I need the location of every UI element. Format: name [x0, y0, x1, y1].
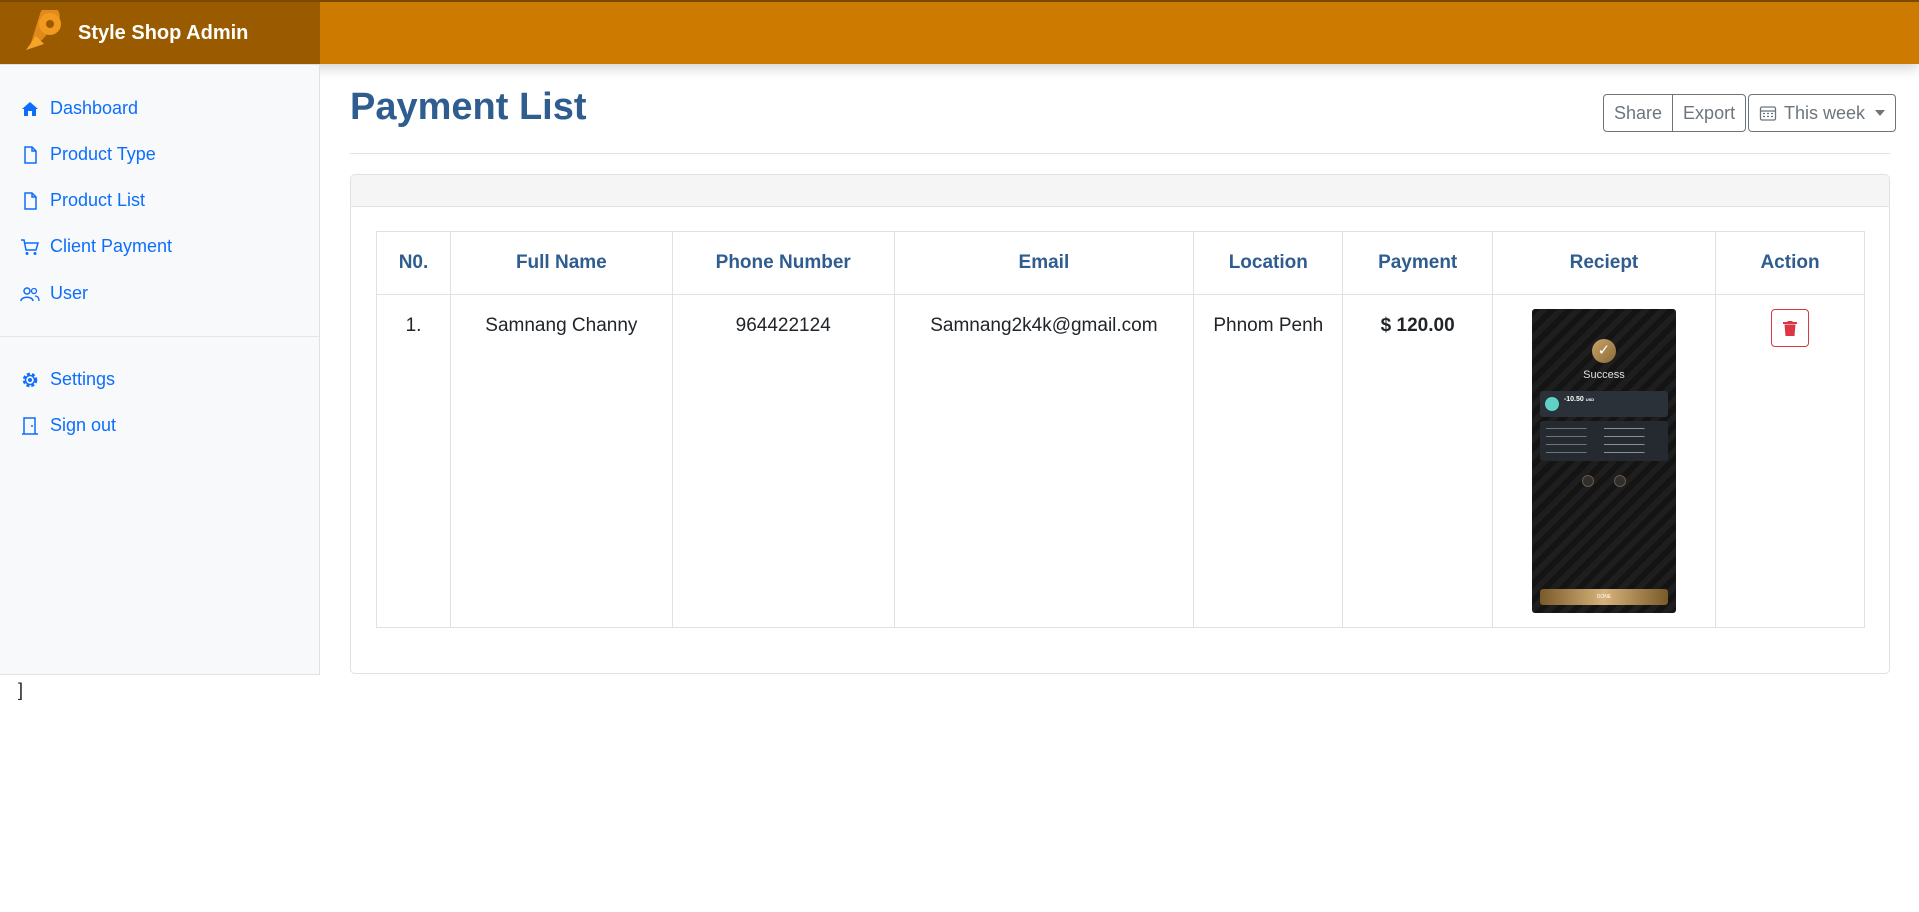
action-cell [1715, 294, 1865, 628]
period-label: This week [1784, 102, 1866, 123]
receipt-done-button: DONE [1539, 589, 1668, 605]
column-header: Phone Number [671, 231, 895, 295]
receipt-amount-box: -10.50 USD [1539, 391, 1668, 417]
location-cell: Phnom Penh [1193, 294, 1344, 628]
avatar [1544, 397, 1559, 411]
calendar-icon [1759, 106, 1777, 121]
column-header: Reciept [1491, 231, 1717, 295]
table-header-row: N0. Full Name Phone Number Email Locatio… [376, 231, 1865, 295]
payment-cell: $ 120.00 [1342, 294, 1493, 628]
delete-button[interactable] [1771, 309, 1810, 347]
brand[interactable]: Style Shop Admin [0, 2, 320, 64]
toolbar-button-group: Share Export [1603, 94, 1747, 132]
page-title: Payment List [350, 86, 587, 128]
receipt-amount: -10.50 USD [1563, 396, 1595, 403]
sidebar-item-label: Settings [50, 369, 116, 389]
sidebar-item-product-type[interactable]: Product Type [20, 144, 156, 165]
top-navbar: Style Shop Admin [0, 0, 1919, 64]
sidebar-item-client-payment[interactable]: Client Payment [20, 236, 172, 257]
receipt-success-text: Success [1583, 369, 1625, 381]
trash-icon [1783, 321, 1798, 336]
column-header: Action [1715, 231, 1865, 295]
receipt-actions [1572, 475, 1636, 495]
sidebar-item-user[interactable]: User [20, 283, 88, 304]
users-icon [20, 286, 40, 301]
column-header: Location [1193, 231, 1344, 295]
sidebar-divider [0, 336, 319, 337]
download-icon [1613, 475, 1626, 487]
gear-icon [22, 372, 38, 387]
stray-text: ] [18, 680, 24, 700]
sidebar-item-label: Dashboard [50, 98, 139, 118]
check-icon: ✓ [1591, 339, 1616, 363]
receipt-status-bar: ​ [1532, 313, 1676, 319]
column-header: Payment [1342, 231, 1493, 295]
sidebar-item-label: Product List [50, 190, 146, 210]
row-number: 1. [376, 294, 451, 628]
payment-table: N0. Full Name Phone Number Email Locatio… [376, 231, 1865, 628]
sidebar-item-product-list[interactable]: Product List [20, 190, 145, 211]
sidebar-item-settings[interactable]: Settings [20, 369, 115, 390]
receipt-details [1539, 421, 1668, 461]
payment-card: N0. Full Name Phone Number Email Locatio… [350, 174, 1890, 674]
column-header: N0. [376, 231, 451, 295]
chevron-down-icon [1875, 110, 1886, 116]
receipt-image[interactable]: ​ ✓ Success -10.50 USD DONE [1531, 309, 1676, 613]
file-icon [24, 145, 37, 164]
cart-icon [21, 238, 39, 255]
receipt-cell: ​ ✓ Success -10.50 USD DONE [1491, 294, 1717, 628]
column-header: Email [893, 231, 1195, 295]
full-name-cell: Samnang Channy [450, 294, 673, 628]
sidebar: Dashboard Product Type Product List Clie… [0, 64, 320, 675]
file-icon [24, 191, 37, 210]
table-row: 1. Samnang Channy 964422124 Samnang2k4k@… [376, 294, 1865, 628]
map-pin-logo-icon [26, 10, 61, 50]
column-header: Full Name [450, 231, 673, 295]
card-header [351, 175, 1889, 207]
phone-cell: 964422124 [671, 294, 895, 628]
sidebar-item-label: Sign out [50, 415, 117, 435]
sidebar-item-label: Product Type [50, 144, 156, 164]
sidebar-item-sign-out[interactable]: Sign out [20, 415, 116, 436]
sidebar-item-label: Client Payment [50, 236, 173, 256]
sidebar-item-label: User [50, 283, 89, 303]
door-icon [22, 416, 38, 435]
brand-name: Style Shop Admin [78, 21, 249, 44]
share-button[interactable]: Share [1603, 94, 1674, 132]
home-icon [22, 101, 38, 116]
sidebar-item-dashboard[interactable]: Dashboard [20, 98, 138, 119]
export-button[interactable]: Export [1673, 94, 1747, 132]
email-cell: Samnang2k4k@gmail.com [893, 294, 1195, 628]
title-divider [350, 153, 1890, 154]
share-icon [1581, 475, 1594, 487]
period-dropdown[interactable]: This week [1748, 94, 1897, 132]
